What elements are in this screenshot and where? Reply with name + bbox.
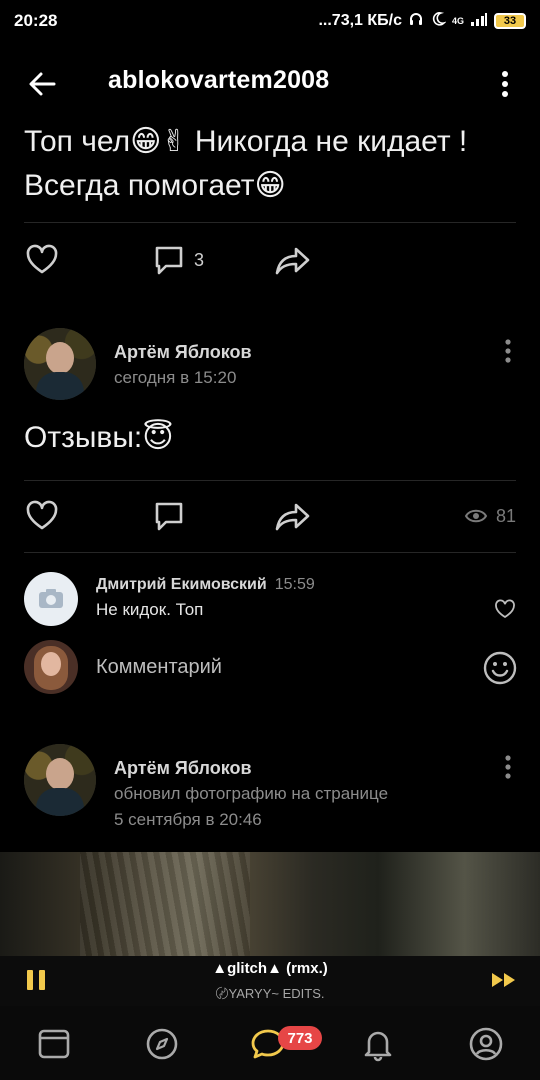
like-button[interactable] — [24, 496, 60, 536]
eye-icon — [464, 509, 488, 523]
share-button[interactable] — [274, 496, 312, 536]
messages-badge: 773 — [278, 1026, 322, 1050]
network-type: 4G — [451, 16, 464, 26]
comment-icon — [155, 246, 183, 275]
post-author-header: Артём Яблоков обновил фотографию на стра… — [24, 744, 524, 840]
avatar[interactable] — [24, 328, 96, 400]
comment-like-icon[interactable] — [494, 598, 516, 620]
like-button[interactable] — [24, 240, 60, 280]
divider — [24, 222, 516, 223]
comment-icon — [155, 502, 183, 531]
comment-author[interactable]: Дмитрий Екимовский 15:59 — [96, 576, 315, 594]
share-button[interactable] — [274, 240, 312, 280]
track-artist: 〄YARYY~ EDITS. — [215, 986, 325, 1001]
status-time: 20:28 — [14, 11, 58, 30]
comment-item: Дмитрий Екимовский 15:59 Не кидок. Топ — [24, 572, 524, 628]
post-text: Отзывы:😇 — [24, 421, 174, 454]
status-icons: ...73,1 КБ/с 4G 33 — [318, 11, 526, 32]
post-photo[interactable] — [0, 852, 540, 956]
post-actions: 3 — [0, 240, 540, 280]
nav-profile-icon[interactable] — [468, 1026, 504, 1062]
track-title[interactable]: ▲glitch▲ (rmx.) — [0, 960, 540, 977]
author-name[interactable]: Артём Яблоков — [114, 342, 252, 363]
avatar[interactable] — [24, 744, 96, 816]
avatar-placeholder[interactable] — [24, 572, 78, 626]
headphones-icon — [408, 11, 424, 32]
comment-button[interactable]: 3 — [152, 240, 204, 280]
author-name[interactable]: Артём Яблоков — [114, 758, 252, 779]
camera-icon — [39, 589, 63, 608]
comment-text: Не кидок. Топ — [96, 600, 204, 619]
heart-icon — [26, 244, 58, 274]
emoji-icon[interactable] — [482, 650, 518, 686]
back-arrow-icon[interactable] — [24, 66, 60, 102]
post-time: сегодня в 15:20 — [114, 368, 237, 387]
comment-time: 15:59 — [274, 576, 315, 593]
comment-compose: Комментарий — [24, 640, 524, 696]
view-count: 81 — [464, 496, 516, 536]
share-icon — [275, 247, 310, 275]
post-author-header: Артём Яблоков сегодня в 15:20 — [24, 328, 524, 402]
comment-author-name: Дмитрий Екимовский — [96, 576, 267, 593]
signal-icon — [470, 12, 488, 31]
divider — [24, 552, 516, 553]
moon-icon — [430, 11, 447, 32]
post-actions: 81 — [0, 496, 540, 536]
divider — [24, 480, 516, 481]
skip-forward-icon[interactable] — [490, 970, 518, 990]
nav-news-icon[interactable] — [36, 1026, 72, 1062]
more-options-icon[interactable] — [495, 66, 515, 102]
avatar — [24, 640, 78, 694]
post-time: 5 сентября в 20:46 — [114, 810, 262, 829]
post-text: Топ чел😁✌ Никогда не кидает ! Всегда пом… — [24, 125, 468, 202]
music-player: ▲glitch▲ (rmx.) 〄YARYY~ EDITS. — [0, 956, 540, 1006]
page-title: ablokovartem2008 — [108, 66, 330, 94]
share-icon — [275, 503, 310, 531]
status-bar: 20:28 ...73,1 КБ/с 4G 33 — [0, 0, 540, 42]
comment-button[interactable] — [152, 496, 186, 536]
net-speed: ...73,1 КБ/с — [318, 12, 402, 29]
nav-notifications-icon[interactable] — [360, 1026, 396, 1062]
battery-icon: 33 — [494, 13, 526, 29]
heart-icon — [26, 500, 58, 530]
more-options-icon[interactable] — [500, 752, 516, 782]
bottom-nav: 773 — [0, 1006, 540, 1080]
post-action-text: обновил фотографию на странице — [114, 784, 389, 803]
more-options-icon[interactable] — [500, 336, 516, 366]
comment-count: 3 — [194, 249, 205, 270]
views-number: 81 — [496, 505, 517, 526]
nav-explore-icon[interactable] — [144, 1026, 180, 1062]
top-bar: ablokovartem2008 — [0, 52, 540, 114]
comment-input[interactable]: Комментарий — [96, 656, 222, 679]
